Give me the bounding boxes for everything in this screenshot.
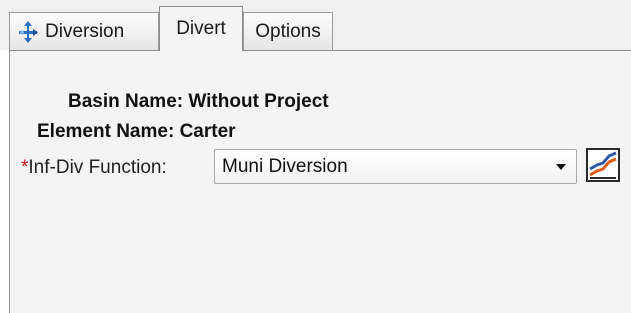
basin-name-row: Basin Name: Without Project: [68, 91, 329, 113]
tab-divert[interactable]: Divert: [159, 6, 243, 51]
component-editor: Diversion Divert Options Basin Name: Wit…: [0, 0, 631, 313]
paired-data-graph-icon[interactable]: [585, 147, 621, 183]
element-name-row: Element Name: Carter: [37, 121, 236, 143]
tab-diversion[interactable]: Diversion: [9, 12, 159, 50]
basin-name-label: Basin Name:: [68, 91, 184, 112]
inf-div-function-label: *Inf-Div Function:: [21, 157, 167, 179]
tab-options[interactable]: Options: [243, 12, 333, 50]
basin-name-value: Without Project: [188, 91, 329, 112]
tab-options-label: Options: [255, 20, 321, 42]
inf-div-function-label-text: Inf-Div Function:: [28, 157, 167, 178]
inf-div-function-select[interactable]: Muni Diversion: [214, 149, 577, 184]
element-name-label: Element Name:: [37, 121, 175, 142]
tab-diversion-label: Diversion: [45, 20, 125, 42]
chevron-down-icon[interactable]: [546, 150, 576, 183]
inf-div-function-value: Muni Diversion: [222, 155, 348, 177]
element-name-value: Carter: [179, 121, 236, 142]
diversion-icon: [19, 20, 38, 43]
tab-divert-label: Divert: [176, 18, 226, 39]
divert-panel: Basin Name: Without Project Element Name…: [9, 50, 631, 313]
tab-bar: Diversion Divert Options: [0, 0, 631, 51]
